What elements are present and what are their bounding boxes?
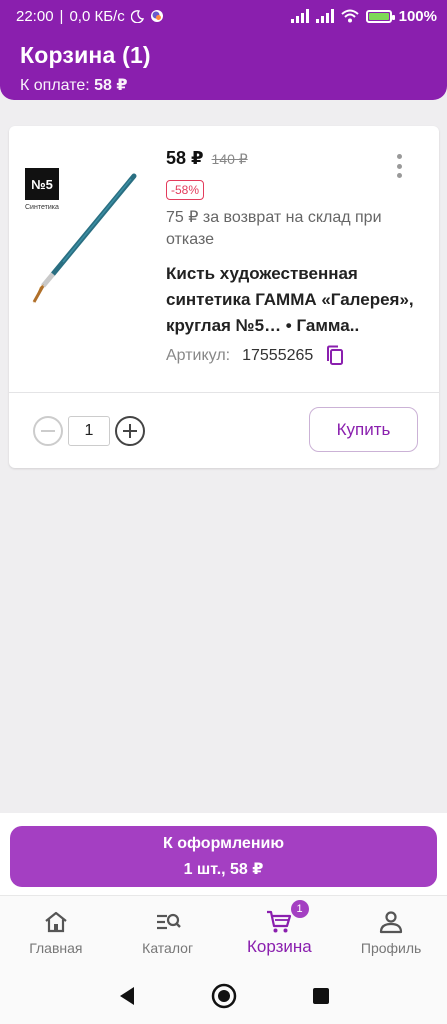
catalog-search-icon: [156, 913, 181, 930]
status-bar: 22:00 | 0,0 КБ/с 100%: [0, 0, 447, 32]
old-price: 140 ₽: [211, 151, 248, 167]
card-divider: [9, 392, 439, 393]
battery-percent: 100%: [398, 7, 437, 25]
increase-button[interactable]: [115, 416, 145, 446]
refund-note: 75 ₽ за возврат на склад при отказе: [166, 209, 382, 248]
quantity-field[interactable]: 1: [68, 416, 110, 446]
discount-badge: -58%: [166, 180, 205, 200]
checkout-label: К оформлению: [163, 835, 284, 852]
nav-item-home[interactable]: Главная: [0, 896, 112, 968]
recents-icon[interactable]: [312, 987, 330, 1005]
sku-label: Артикул:: [166, 347, 231, 364]
product-image[interactable]: №5 Синтетика: [23, 156, 143, 306]
cart-header: Корзина (1) К оплате: 58 ₽: [0, 32, 447, 100]
decrease-button[interactable]: [33, 416, 63, 446]
product-name[interactable]: Кисть художественная синтетика ГАММА «Га…: [166, 261, 431, 339]
nav-item-cart[interactable]: 1 Корзина: [224, 896, 336, 968]
quantity-stepper: 1: [33, 416, 145, 446]
cart-count-badge: 1: [290, 900, 309, 918]
pay-summary: К оплате: 58 ₽: [20, 75, 427, 95]
moon-icon: [130, 9, 144, 23]
back-icon[interactable]: [117, 985, 137, 1007]
more-options-icon[interactable]: [389, 154, 409, 178]
pay-label: К оплате:: [20, 77, 90, 94]
battery-icon: [365, 9, 395, 23]
nav-label-cart: Корзина: [246, 937, 312, 956]
sku-row: Артикул: 17555265: [166, 345, 345, 367]
profile-icon: [380, 911, 403, 934]
status-left: 22:00 | 0,0 КБ/с: [16, 8, 164, 25]
current-price: 58 ₽: [166, 148, 204, 168]
nav-label-home: Главная: [29, 940, 83, 956]
page-title: Корзина (1): [20, 42, 151, 68]
nav-item-catalog[interactable]: Каталог: [112, 896, 224, 968]
cart-icon: [267, 910, 292, 933]
wifi-icon: [340, 9, 359, 23]
signal-icon: [290, 9, 309, 23]
system-nav-bar: [0, 968, 447, 1024]
status-net-speed: 0,0 КБ/с: [69, 7, 125, 25]
copy-icon[interactable]: [325, 345, 345, 367]
status-separator: |: [59, 7, 64, 25]
checkout-button[interactable]: К оформлению 1 шт., 58 ₽: [10, 826, 437, 887]
cart-item-card: №5 Синтетика 58 ₽ 140 ₽ -58% 75 ₽ за воз…: [9, 126, 439, 468]
sku-value: 17555265: [242, 347, 314, 364]
price-row: 58 ₽ 140 ₽: [166, 148, 248, 169]
nav-item-profile[interactable]: Профиль: [335, 896, 447, 968]
home-circle-icon[interactable]: [211, 983, 237, 1009]
bottom-nav: Главная Каталог 1 Корзина Профиль: [0, 895, 447, 968]
buy-button[interactable]: Купить: [309, 407, 418, 452]
brush-image: [32, 173, 137, 304]
app-notification-icon: [150, 10, 163, 22]
status-right: 100%: [290, 7, 437, 25]
home-icon: [45, 911, 67, 933]
status-time: 22:00: [16, 7, 54, 25]
signal-icon-2: [315, 9, 334, 23]
nav-label-catalog: Каталог: [142, 940, 194, 956]
checkout-summary: 1 шт., 58 ₽: [183, 861, 264, 878]
pay-amount: 58 ₽: [94, 77, 128, 94]
nav-label-profile: Профиль: [360, 940, 422, 956]
